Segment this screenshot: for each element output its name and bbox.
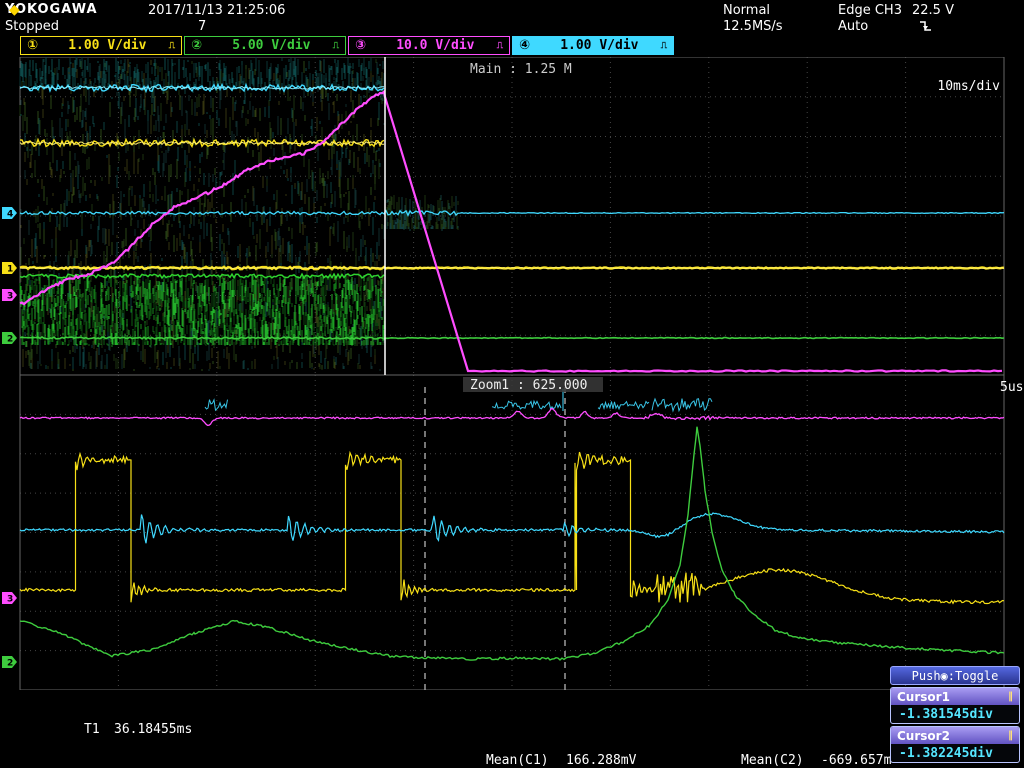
zoom-waveform-plot: 32 Zoom1 : 625.000 5us/div	[0, 375, 1024, 690]
sample-rate: 12.5MS/s	[723, 19, 783, 34]
trigger-level: 22.5 V	[912, 3, 954, 18]
channel-badge-4[interactable]: ④ 1.00 V/div ⎍	[512, 36, 674, 55]
cursor1-label-row: Cursor1 ‖	[891, 688, 1019, 705]
ch4-zoom-fuzz	[598, 402, 649, 409]
channel-2-scale: 5.00 V/div	[210, 38, 333, 53]
svg-text:2: 2	[7, 335, 13, 345]
main-waveform-plot: 4 1 3 2 Main : 1.25 M 10ms/div	[0, 57, 1024, 375]
channel-3-number: ③	[355, 38, 366, 53]
cursor1-panel[interactable]: Cursor1 ‖ -1.381545div	[890, 687, 1020, 724]
cursor2-panel[interactable]: Cursor2 ‖ -1.382245div	[890, 726, 1020, 763]
channel-1-scale: 1.00 V/div	[46, 38, 169, 53]
main-view-label: Main : 1.25 M	[470, 62, 572, 77]
zoom-timebase: 5us/div	[1000, 380, 1024, 395]
svg-text:3: 3	[7, 292, 13, 302]
cursor-marker-icon: ‖	[1008, 691, 1013, 702]
zoom-view-label: Zoom1 : 625.000	[470, 378, 587, 393]
mean-measurements-col2: Mean(C2)-669.657m Mean(C4)159.355m	[741, 721, 891, 768]
measurement-row: Mean(C2)-669.657m	[741, 753, 891, 768]
measurement-row: T136.18455ms	[84, 722, 192, 738]
acquisition-count: 7	[198, 19, 206, 34]
svg-text:3: 3	[7, 595, 13, 605]
oscilloscope-screen: YOKOGAWA◆ Stopped 2017/11/13 21:25:06 7 …	[0, 0, 1024, 768]
channel-2-coupling-icon: ⎍	[333, 41, 339, 51]
cursor1-value: -1.381545div	[891, 705, 1019, 724]
ch2-main-band	[23, 275, 383, 347]
svg-text:2: 2	[7, 659, 13, 669]
channel-badge-2[interactable]: ② 5.00 V/div ⎍	[184, 36, 346, 55]
measurement-row: Mean(C1)166.288mV	[486, 753, 636, 768]
zoom-waveforms-layer: 32	[2, 375, 1004, 690]
channel-4-scale: 1.00 V/div	[538, 38, 661, 53]
brand-diamond-icon: ◆	[9, 2, 21, 18]
ch4-zoom-fuzz	[492, 401, 561, 409]
acquisition-status: Stopped	[5, 19, 59, 34]
ch4-zoom-fuzz	[652, 399, 712, 411]
channel-3-scale: 10.0 V/div	[374, 38, 497, 53]
cursor2-label-row: Cursor2 ‖	[891, 727, 1019, 744]
channel-4-number: ④	[519, 38, 530, 53]
cursor2-value: -1.382245div	[891, 744, 1019, 763]
trigger-source: Edge CH3	[838, 3, 902, 18]
cursor1-label: Cursor1	[897, 690, 950, 704]
svg-text:4: 4	[7, 210, 13, 220]
cursor-marker-icon: ‖	[1008, 730, 1013, 741]
channel-bar: ① 1.00 V/div ⎍ ② 5.00 V/div ⎍ ③ 10.0 V/d…	[20, 36, 674, 55]
trigger-mode: Normal	[723, 3, 770, 18]
datetime: 2017/11/13 21:25:06	[148, 3, 285, 18]
cursor-measurements: T136.18455ms T236.17755ms V10.02 V V2-0.…	[84, 690, 192, 768]
cursor2-label: Cursor2	[897, 729, 950, 743]
channel-2-number: ②	[191, 38, 202, 53]
trigger-sweep: Auto	[838, 19, 868, 34]
channel-3-coupling-icon: ⎍	[497, 41, 503, 51]
main-timebase: 10ms/div	[937, 79, 1000, 94]
main-waveforms-layer: 4 1 3 2	[2, 57, 1004, 375]
channel-4-coupling-icon: ⎍	[661, 41, 667, 51]
mean-measurements-col1: Mean(C1)166.288mV Mean(C3)17.3078 V	[486, 721, 636, 768]
push-toggle-button[interactable]: Push◉:Toggle	[890, 666, 1020, 685]
svg-text:1: 1	[7, 265, 13, 275]
ch4-zoom-fuzz	[205, 400, 228, 411]
channel-1-coupling-icon: ⎍	[169, 41, 175, 51]
channel-1-number: ①	[27, 38, 38, 53]
channel-badge-1[interactable]: ① 1.00 V/div ⎍	[20, 36, 182, 55]
ch3-zoom-trace	[20, 409, 1004, 426]
ch4-zoom-trace	[20, 513, 1004, 543]
channel-badge-3[interactable]: ③ 10.0 V/div ⎍	[348, 36, 510, 55]
